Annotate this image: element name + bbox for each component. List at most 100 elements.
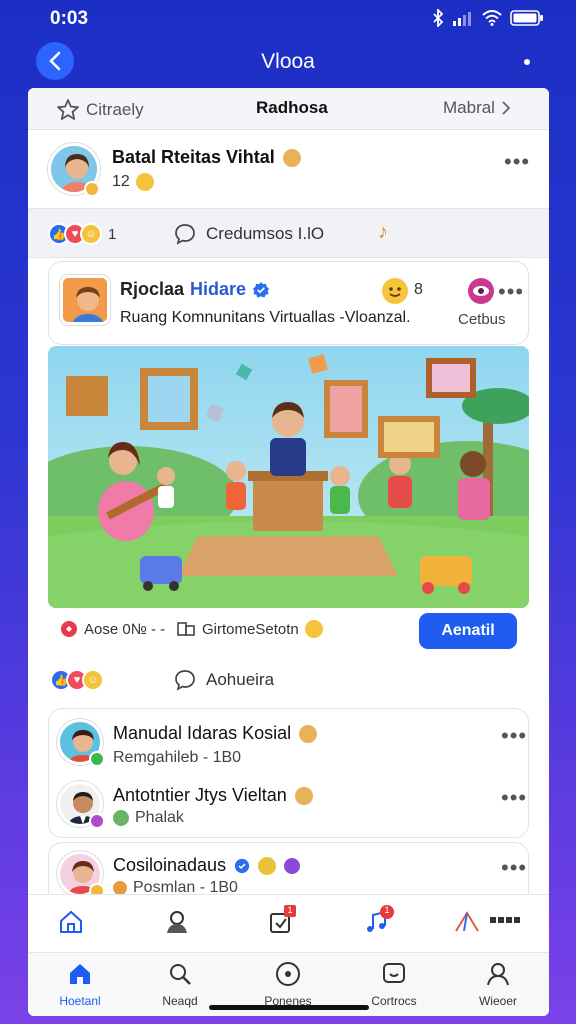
community-more-button[interactable]: •••	[498, 281, 524, 303]
comment-icon	[175, 670, 195, 691]
tab-profile[interactable]: Wieoer	[458, 961, 538, 1008]
reaction-count: 1	[108, 225, 117, 243]
tab-right[interactable]: Mabral	[443, 98, 511, 118]
community-avatar[interactable]	[60, 275, 110, 325]
page-title: Vlooa	[261, 50, 315, 73]
member-meta: Phalak	[113, 809, 184, 827]
post-author[interactable]: Batal Rteitas Vihtal	[112, 147, 301, 168]
member-meta: Remgahileb - 1B0	[113, 749, 242, 766]
member-name-text: Cosiloinadaus	[113, 855, 227, 875]
community-illustration-image	[48, 346, 529, 608]
notes-badge: 1	[284, 905, 296, 917]
quick-icon-row: 1 1	[28, 894, 549, 952]
share-action[interactable]: GirtomeSetotn	[176, 620, 323, 638]
member-more-button[interactable]: •••	[501, 787, 527, 809]
status-badge	[89, 813, 105, 829]
post-meta-count: 12	[112, 173, 130, 190]
member-more-button[interactable]: •••	[501, 725, 527, 747]
tab-left[interactable]: Citraely	[56, 98, 144, 122]
tab-home[interactable]: Hoetanl	[40, 961, 120, 1008]
member-meta-text: Phalak	[135, 809, 184, 826]
home-icon	[70, 964, 90, 984]
member-more-button[interactable]: •••	[501, 857, 527, 879]
music-note-icon[interactable]: ♪	[378, 221, 388, 244]
battery-icon	[510, 10, 543, 26]
haha-reaction-icon: ☺	[80, 223, 102, 245]
community-author-second: Hidare	[190, 279, 247, 299]
smile-emoji-icon	[135, 173, 154, 191]
tab-profile-label: Wieoer	[478, 994, 517, 1008]
reaction-row-secondary: 👍 ♥ ☺ Aohueira	[48, 664, 528, 696]
post-author-name: Batal Rteitas Vihtal	[112, 147, 275, 167]
haha-reaction-icon: ☺	[82, 669, 104, 691]
status-icons	[432, 9, 544, 27]
reaction-summary-secondary[interactable]: 👍 ♥ ☺	[50, 669, 104, 691]
tab-home-label: Hoetanl	[59, 994, 101, 1008]
avatar-badge	[84, 181, 100, 197]
comment-icon	[175, 224, 195, 245]
badge-icon	[282, 148, 301, 167]
reaction-bar: 👍 ♥ ☺ 1 Credumsos I.lO ♪	[28, 208, 549, 258]
chat-icon	[383, 963, 405, 983]
community-author[interactable]: Rjoclaa Hidare	[120, 279, 270, 300]
smile-emoji-icon	[304, 620, 323, 638]
eye-badge-icon[interactable]	[468, 278, 494, 304]
status-time: 0:03	[50, 8, 89, 29]
profile-icon[interactable]	[164, 909, 190, 935]
tab-chat[interactable]: Cortrocs	[354, 961, 434, 1008]
member-name[interactable]: Manudal Idaras Kosial	[113, 723, 318, 744]
cta-button[interactable]: Aenatil	[419, 613, 517, 649]
post-illustration[interactable]	[48, 346, 529, 608]
save-action-label: Aose 0№ - -	[84, 620, 166, 638]
member-list-card: Manudal Idaras Kosial Remgahileb - 1B0 •…	[48, 708, 529, 838]
top-tabs: Citraely Radhosa Mabral	[28, 88, 549, 130]
verified-icon	[253, 281, 270, 298]
chevron-right-icon	[502, 101, 511, 115]
badge-icon	[258, 856, 277, 875]
online-badge	[89, 751, 105, 767]
more-icon[interactable]	[490, 915, 520, 927]
badge-icon	[294, 786, 313, 805]
member-name[interactable]: Antotntier Jtys Vieltan	[113, 785, 313, 806]
purple-badge-icon	[284, 857, 301, 874]
post-action-row: Aose 0№ - - GirtomeSetotn Aenatil	[48, 610, 529, 652]
community-side-label: Cetbus	[458, 311, 506, 328]
post-more-button[interactable]: •••	[504, 151, 530, 173]
post-meta: 12	[112, 173, 154, 191]
coin-icon	[113, 881, 127, 895]
signal-icon	[453, 12, 471, 26]
tent-icon[interactable]	[454, 909, 480, 935]
eye-icon	[473, 286, 489, 296]
badge-icon	[299, 724, 318, 743]
tab-center[interactable]: Radhosa	[256, 98, 328, 118]
post-header: Batal Rteitas Vihtal 12 •••	[28, 131, 549, 207]
record-icon	[61, 621, 77, 637]
home-outline-icon[interactable]	[58, 909, 84, 935]
tab-search[interactable]: Neaqd	[140, 961, 220, 1008]
member-name[interactable]: Cosiloinadaus	[113, 855, 301, 876]
comment-button[interactable]: Credumsos I.lO	[174, 223, 324, 245]
music-badge: 1	[380, 905, 394, 919]
verified-icon	[234, 858, 250, 873]
reaction-summary[interactable]: 👍 ♥ ☺ 1	[48, 223, 116, 245]
tab-right-label: Mabral	[443, 98, 495, 117]
member-name-text: Antotntier Jtys Vieltan	[113, 785, 287, 805]
tab-center-label: Radhosa	[256, 98, 328, 117]
tab-search-label: Neaqd	[162, 994, 198, 1008]
community-subtitle: Ruang Komnunitans Virtuallas -Vloanzal.	[120, 309, 411, 326]
group-icon	[177, 622, 195, 636]
globe-icon	[113, 810, 129, 826]
save-action[interactable]: Aose 0№ - -	[60, 620, 165, 638]
community-author-first: Rjoclaa	[120, 279, 185, 299]
more-dot-icon[interactable]	[524, 59, 530, 65]
status-bar: 0:03	[0, 0, 576, 36]
wifi-icon	[482, 10, 502, 26]
bluetooth-icon	[433, 9, 444, 27]
comment-button-secondary[interactable]: Aohueira	[174, 669, 274, 691]
home-indicator[interactable]	[209, 1005, 369, 1010]
record-circle-icon	[276, 962, 300, 986]
smile-face-icon	[389, 287, 401, 297]
smile-emoji-icon	[382, 278, 408, 304]
tab-record[interactable]: Ponenes	[248, 961, 328, 1008]
main-panel: Citraely Radhosa Mabral Batal Rteitas Vi…	[28, 88, 549, 1016]
